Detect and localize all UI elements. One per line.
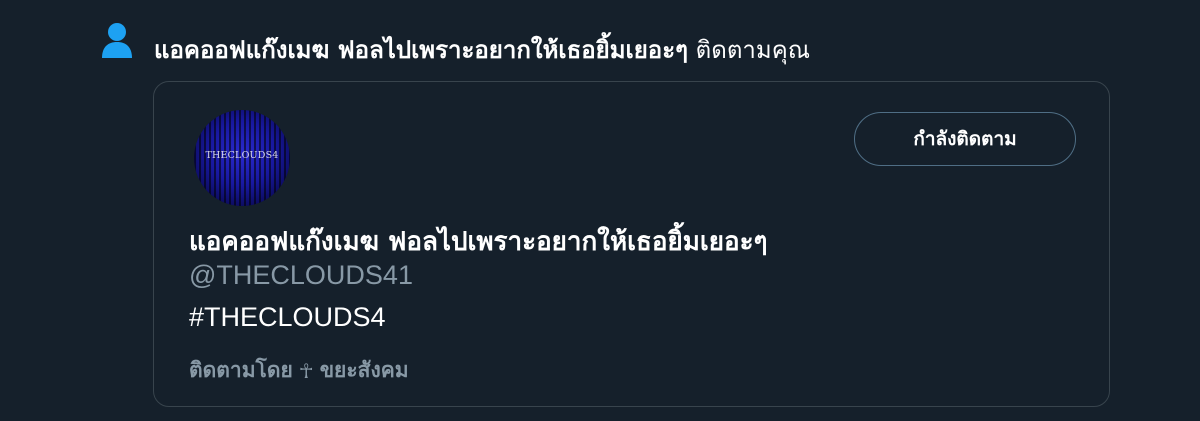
person-icon [102,23,132,58]
notification-headline: แอคออฟแก๊งเมฆ ฟอลไปเพราะอยากให้เธอยิ้มเย… [154,30,810,70]
avatar-logo-text: THECLOUDS4 [205,150,279,161]
user-card[interactable]: THECLOUDS4 กำลังติดตาม แอคออฟแก๊งเมฆ ฟอล… [153,81,1110,407]
avatar[interactable]: THECLOUDS4 [194,110,290,206]
followed-by-name[interactable]: ขยะสังคม [320,354,409,387]
following-button[interactable]: กำลังติดตาม [854,112,1076,166]
notification-action-text: ติดตามคุณ [695,36,811,64]
notification-actor-name[interactable]: แอคออฟแก๊งเมฆ ฟอลไปเพราะอยากให้เธอยิ้มเย… [154,36,688,64]
followed-by: ติดตามโดย ☥ ขยะสังคม [189,354,409,387]
ankh-icon: ☥ [298,358,314,383]
notification-page: แอคออฟแก๊งเมฆ ฟอลไปเพราะอยากให้เธอยิ้มเย… [0,0,1200,421]
user-bio[interactable]: #THECLOUDS4 [189,302,386,333]
user-display-name[interactable]: แอคออฟแก๊งเมฆ ฟอลไปเพราะอยากให้เธอยิ้มเย… [189,221,768,262]
followed-by-prefix: ติดตามโดย [189,358,293,382]
user-handle[interactable]: @THECLOUDS41 [189,260,413,291]
